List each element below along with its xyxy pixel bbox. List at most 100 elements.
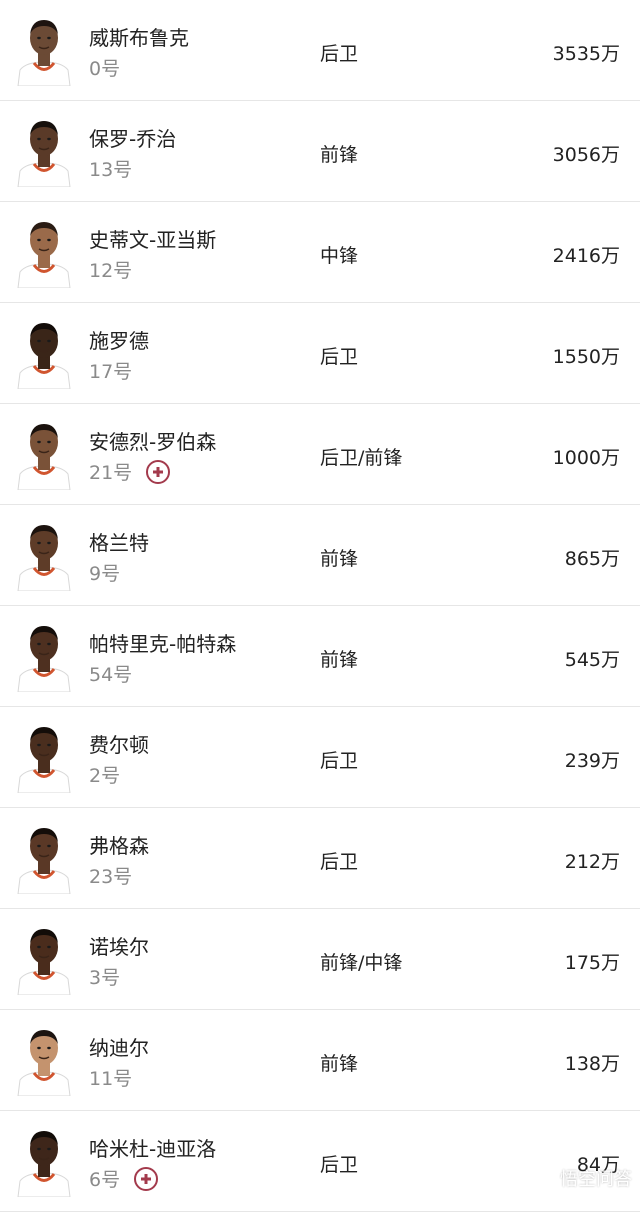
player-name: 保罗-乔治 [89, 127, 177, 151]
player-position: 前锋 [320, 144, 359, 166]
player-number: 11号 [89, 1068, 133, 1090]
player-photo-icon [17, 121, 71, 187]
player-position: 前锋 [320, 1053, 359, 1075]
watermark: 悟空问答 [530, 1165, 632, 1191]
player-row[interactable]: 史蒂文-亚当斯 12号 中锋 2416万 [0, 202, 640, 303]
player-avatar [16, 12, 72, 86]
player-salary: 138万 [564, 1053, 620, 1075]
player-name: 纳迪尔 [89, 1036, 149, 1060]
player-position: 后卫 [320, 43, 359, 65]
player-name: 安德烈-罗伯森 [89, 430, 217, 454]
player-avatar [16, 1123, 72, 1197]
player-number: 17号 [89, 361, 133, 383]
player-row[interactable]: 安德烈-罗伯森 21号 后卫/前锋 1000万 [0, 404, 640, 505]
player-avatar [16, 719, 72, 793]
player-position: 前锋/中锋 [320, 952, 403, 974]
player-number: 23号 [89, 866, 133, 888]
player-avatar [16, 820, 72, 894]
player-name: 威斯布鲁克 [89, 26, 189, 50]
player-name: 弗格森 [89, 834, 149, 858]
player-avatar [16, 315, 72, 389]
player-position: 后卫 [320, 750, 359, 772]
player-row[interactable]: 诺埃尔 3号 前锋/中锋 175万 [0, 909, 640, 1010]
player-number: 6号 [89, 1169, 121, 1191]
player-avatar [16, 517, 72, 591]
player-number-line: 11号 [89, 1064, 132, 1091]
logo-icon [531, 1170, 555, 1186]
player-photo-icon [17, 929, 71, 995]
player-position: 中锋 [320, 245, 359, 267]
player-row[interactable]: 格兰特 9号 前锋 865万 [0, 505, 640, 606]
player-photo-icon [17, 20, 71, 86]
player-list: 威斯布鲁克 0号 后卫 3535万 保罗-乔治 13号 前锋 3056万 史蒂文-亚当斯 12号中… [0, 0, 640, 1212]
player-name: 费尔顿 [89, 733, 149, 757]
player-row[interactable]: 哈米杜-迪亚洛 6号 后卫 84万 [0, 1111, 640, 1212]
player-avatar [16, 618, 72, 692]
player-avatar [16, 1022, 72, 1096]
player-photo-icon [17, 222, 71, 288]
player-number-line: 23号 [89, 862, 132, 889]
player-photo-icon [17, 323, 71, 389]
player-photo-icon [17, 424, 71, 490]
player-salary: 545万 [564, 649, 620, 671]
player-avatar [16, 921, 72, 995]
player-salary: 1000万 [552, 447, 620, 469]
player-number: 2号 [89, 765, 121, 787]
player-number: 54号 [89, 664, 133, 686]
player-row[interactable]: 帕特里克-帕特森 54号 前锋 545万 [0, 606, 640, 707]
player-position: 前锋 [320, 649, 359, 671]
player-name: 帕特里克-帕特森 [89, 632, 237, 656]
player-salary: 1550万 [552, 346, 620, 368]
player-number: 12号 [89, 260, 133, 282]
player-number-line: 3号 [89, 963, 120, 990]
player-row[interactable]: 纳迪尔 11号 前锋 138万 [0, 1010, 640, 1111]
player-position: 后卫/前锋 [320, 447, 403, 469]
player-number: 13号 [89, 159, 133, 181]
player-number-line: 54号 [89, 660, 132, 687]
player-position: 后卫 [320, 1154, 359, 1176]
player-position: 后卫 [320, 346, 359, 368]
player-name: 诺埃尔 [89, 935, 149, 959]
player-photo-icon [17, 727, 71, 793]
player-number: 21号 [89, 462, 133, 484]
injury-icon [146, 459, 171, 484]
player-number-line: 0号 [89, 54, 120, 81]
player-salary: 3535万 [552, 43, 620, 65]
player-row[interactable]: 保罗-乔治 13号 前锋 3056万 [0, 101, 640, 202]
player-name: 哈米杜-迪亚洛 [89, 1137, 217, 1161]
injury-icon [134, 1166, 159, 1191]
player-number-line: 12号 [89, 256, 132, 283]
player-salary: 212万 [564, 851, 620, 873]
player-photo-icon [17, 626, 71, 692]
player-number: 3号 [89, 967, 121, 989]
player-number-line: 2号 [89, 761, 120, 788]
player-row[interactable]: 弗格森 23号 后卫 212万 [0, 808, 640, 909]
player-position: 后卫 [320, 851, 359, 873]
player-photo-icon [17, 1030, 71, 1096]
watermark-text: 悟空问答 [560, 1169, 632, 1190]
player-row[interactable]: 威斯布鲁克 0号 后卫 3535万 [0, 0, 640, 101]
player-photo-icon [17, 828, 71, 894]
player-row[interactable]: 费尔顿 2号 后卫 239万 [0, 707, 640, 808]
player-salary: 175万 [564, 952, 620, 974]
player-salary: 865万 [564, 548, 620, 570]
player-name: 史蒂文-亚当斯 [89, 228, 217, 252]
player-number-line: 9号 [89, 559, 120, 586]
player-name: 格兰特 [89, 531, 149, 555]
player-row[interactable]: 施罗德 17号 后卫 1550万 [0, 303, 640, 404]
player-number-line: 6号 [89, 1165, 159, 1192]
player-salary: 2416万 [552, 245, 620, 267]
player-avatar [16, 113, 72, 187]
player-photo-icon [17, 525, 71, 591]
player-avatar [16, 416, 72, 490]
player-salary: 239万 [564, 750, 620, 772]
player-number: 9号 [89, 563, 121, 585]
player-number-line: 13号 [89, 155, 132, 182]
player-avatar [16, 214, 72, 288]
player-number-line: 17号 [89, 357, 132, 384]
player-position: 前锋 [320, 548, 359, 570]
player-photo-icon [17, 1131, 71, 1197]
player-number: 0号 [89, 58, 121, 80]
player-name: 施罗德 [89, 329, 149, 353]
player-salary: 3056万 [552, 144, 620, 166]
